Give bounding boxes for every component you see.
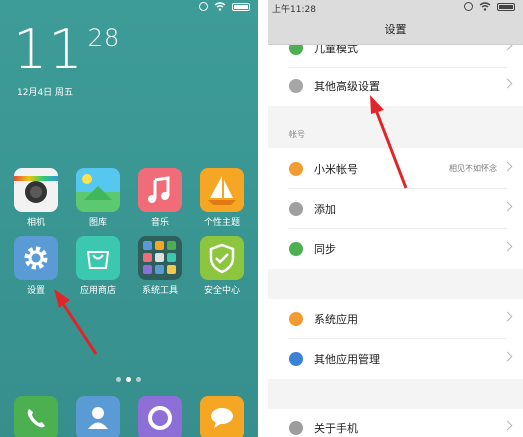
dock-messages[interactable]: [198, 396, 246, 437]
settings-row-add[interactable]: 添加: [268, 189, 523, 229]
settings-row-system-apps[interactable]: 系统应用: [268, 299, 523, 339]
row-label: 添加: [314, 203, 336, 216]
other-apps-icon: [289, 352, 303, 366]
chevron-right-icon: [502, 201, 513, 212]
battery-icon: [497, 2, 515, 11]
app-label: 个性主题: [203, 218, 240, 228]
status-icons: [199, 2, 250, 11]
panel-divider: [258, 0, 268, 437]
app-label: 安全中心: [203, 286, 240, 296]
mi-account-icon: [289, 162, 303, 176]
alarm-icon: [464, 2, 473, 11]
app-themes[interactable]: 个性主题: [198, 168, 246, 228]
app-music[interactable]: 音乐: [136, 168, 184, 228]
chevron-right-icon: [502, 78, 513, 89]
row-label: 关于手机: [314, 422, 358, 435]
music-icon: [138, 168, 182, 212]
page-title-overlay: 设置: [384, 23, 407, 36]
red-arrow-annotation: [370, 95, 408, 189]
wifi-icon: [479, 2, 491, 11]
security-center-icon: [200, 236, 244, 280]
dock-phone[interactable]: [12, 396, 60, 437]
row-label: 同步: [314, 243, 336, 256]
settings-screen: 上午11:28 设置 儿童模式 设置 其他高级设置 帐号 小米帐号 相见不如怀念…: [268, 0, 523, 437]
clock-minutes: 28: [87, 24, 121, 52]
section-header-account: 帐号: [289, 130, 305, 139]
messages-icon: [200, 396, 244, 437]
chevron-right-icon: [502, 161, 513, 172]
section-gap: [268, 269, 523, 299]
settings-row-other-apps[interactable]: 其他应用管理: [268, 339, 523, 379]
account-name: 相见不如怀念: [449, 164, 497, 173]
app-camera[interactable]: 相机: [12, 168, 60, 228]
battery-icon: [232, 2, 250, 11]
settings-row-about-phone[interactable]: 关于手机: [268, 408, 523, 437]
add-icon: [289, 202, 303, 216]
status-bar: 上午11:28: [268, 0, 523, 16]
page-indicator[interactable]: [116, 377, 141, 382]
chevron-right-icon: [502, 241, 513, 252]
settings-row-sync[interactable]: 同步: [268, 229, 523, 269]
chevron-right-icon: [502, 420, 513, 431]
app-system-tools[interactable]: 系统工具: [136, 236, 184, 296]
system-apps-icon: [289, 312, 303, 326]
page-dot: [116, 377, 121, 382]
app-security-center[interactable]: 安全中心: [198, 236, 246, 296]
chevron-right-icon: [502, 311, 513, 322]
alarm-icon: [199, 2, 208, 11]
lockscreen-clock: 11 28: [13, 22, 120, 78]
system-tools-folder-icon: [138, 236, 182, 280]
app-store-icon: [76, 236, 120, 280]
section-gap: [268, 379, 523, 409]
home-screen: 11 28 12月4日 周五 相机 图库 音乐 个性主题 设置 应用商店 系统工…: [0, 0, 258, 437]
title-bar-overlay: 设置: [268, 16, 523, 45]
dock-contacts[interactable]: [74, 396, 122, 437]
sync-icon: [289, 242, 303, 256]
wifi-icon: [214, 2, 226, 11]
app-gallery[interactable]: 图库: [74, 168, 122, 228]
camera-icon: [14, 168, 58, 212]
about-phone-icon: [289, 421, 303, 435]
dock-browser[interactable]: [136, 396, 184, 437]
app-label: 系统工具: [141, 286, 178, 296]
more-settings-icon: [289, 79, 303, 93]
row-label: 系统应用: [314, 313, 358, 326]
status-icons: [464, 2, 515, 11]
chevron-right-icon: [502, 351, 513, 362]
themes-icon: [200, 168, 244, 212]
red-arrow-annotation: [54, 289, 98, 355]
row-label: 小米帐号: [314, 163, 358, 176]
settings-gear-icon: [14, 236, 58, 280]
app-label: 音乐: [150, 218, 169, 228]
page-dot: [136, 377, 141, 382]
page-dot-active: [126, 377, 131, 382]
status-time: 上午11:28: [272, 5, 316, 15]
gallery-icon: [76, 168, 120, 212]
contacts-icon: [76, 396, 120, 437]
app-label: 相机: [26, 218, 45, 228]
row-label: 其他应用管理: [314, 353, 380, 366]
browser-icon: [138, 396, 182, 437]
phone-icon: [14, 396, 58, 437]
date-label: 12月4日 周五: [17, 88, 74, 98]
app-label: 图库: [88, 218, 107, 228]
clock-hours: 11: [13, 18, 84, 81]
